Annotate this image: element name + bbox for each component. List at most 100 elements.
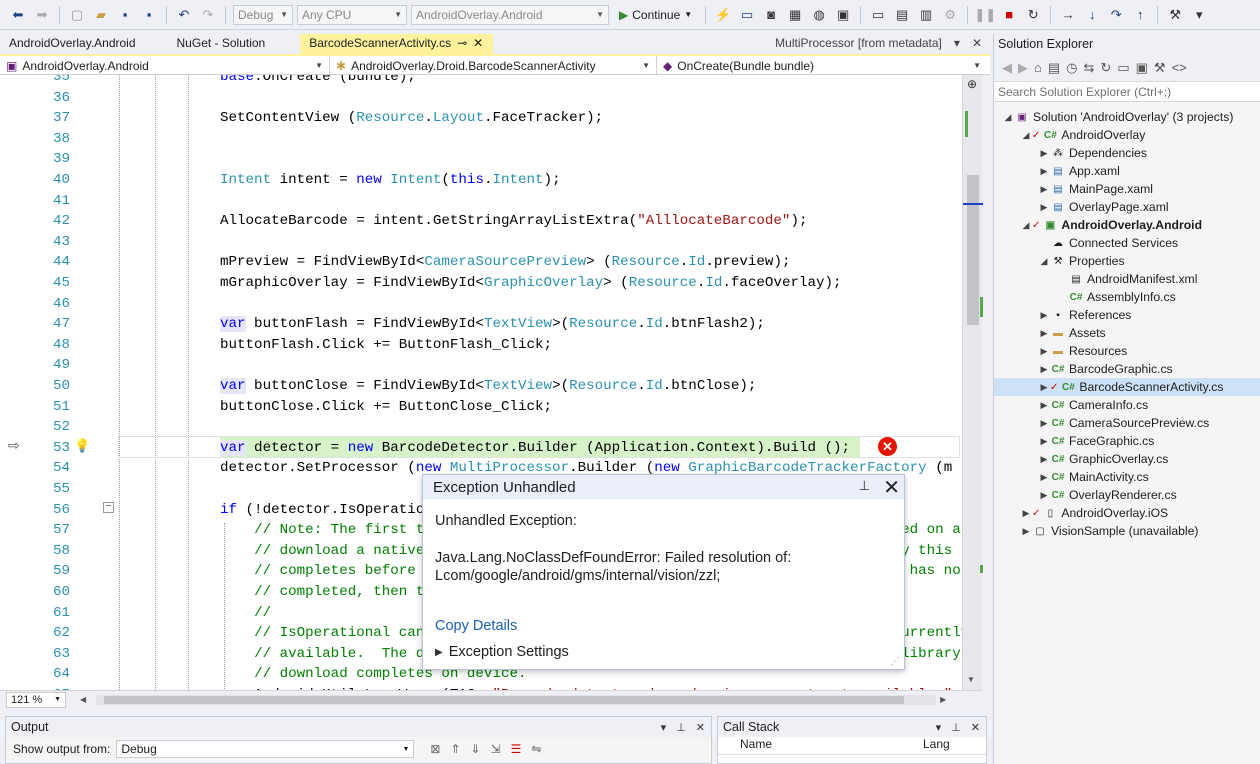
tree-node[interactable]: ▶ ▢ VisionSample (unavailable) [994, 522, 1260, 540]
code-line[interactable]: 39 [0, 149, 962, 170]
step-out-icon[interactable]: ↑ [1130, 5, 1150, 25]
save-icon[interactable]: ▪ [115, 5, 135, 25]
resize-grip-icon[interactable]: ⋰ [890, 656, 900, 667]
tree-node[interactable]: ▶ ▤ App.xaml [994, 162, 1260, 180]
project-dropdown[interactable]: ▣ AndroidOverlay.Android ▼ [0, 56, 330, 75]
grid-icon[interactable]: ▥ [916, 5, 936, 25]
expand-arrow-icon[interactable]: ▶ [1038, 166, 1050, 177]
code-line[interactable]: 44 mPreview = FindViewById<CameraSourcePr… [0, 252, 962, 273]
platform-dropdown[interactable]: Any CPU ▼ [297, 4, 407, 25]
step-into-icon[interactable]: ↓ [1082, 5, 1102, 25]
tree-node[interactable]: ◢ ⚒ Properties [994, 252, 1260, 270]
screenshot-icon[interactable]: ◙ [761, 5, 781, 25]
tab-multiprocessor[interactable]: MultiProcessor [from metadata] [775, 36, 942, 54]
live-tree-icon[interactable]: ◍ [809, 5, 829, 25]
exception-settings-toggle[interactable]: ▶ Exception Settings [435, 644, 569, 660]
tree-node[interactable]: ▶ C# BarcodeGraphic.cs [994, 360, 1260, 378]
go-to-next-icon[interactable]: ⇓ [471, 742, 481, 756]
expand-arrow-icon[interactable]: ▶ [1038, 400, 1050, 411]
code-line[interactable]: 36 [0, 88, 962, 109]
history-icon[interactable]: ◷ [1066, 60, 1077, 76]
close-icon[interactable]: ✕ [972, 36, 982, 54]
step-over-icon[interactable]: ↷ [1106, 5, 1126, 25]
tab-nuget-solution[interactable]: NuGet - Solution [168, 34, 276, 54]
tree-node[interactable]: ▶ ✓ ▯ AndroidOverlay.iOS [994, 504, 1260, 522]
clear-all-icon[interactable]: ☰ [511, 742, 522, 756]
editor-vertical-scrollbar[interactable]: ⊕ ▼ [962, 75, 983, 690]
scroll-right-icon[interactable]: ▶ [940, 695, 946, 704]
restart-icon[interactable]: ↻ [1023, 5, 1043, 25]
expand-arrow-icon[interactable]: ▶ [1038, 490, 1050, 501]
expanded-arrow-icon[interactable]: ◢ [1038, 256, 1050, 267]
scroll-left-icon[interactable]: ◀ [80, 695, 86, 704]
device-icon[interactable]: ▭ [737, 5, 757, 25]
code-line[interactable]: 40 Intent intent = new Intent(this.Intent… [0, 170, 962, 191]
layout-icon[interactable]: ▤ [892, 5, 912, 25]
hot-reload-icon[interactable]: ⚡ [713, 5, 733, 25]
tree-node[interactable]: ▶ ▬ Resources [994, 342, 1260, 360]
diagnostics-icon[interactable]: ▣ [833, 5, 853, 25]
tree-node[interactable]: ▶ ⁂ Dependencies [994, 144, 1260, 162]
tree-node[interactable]: ☁ Connected Services [994, 234, 1260, 252]
tree-node[interactable]: ▤ AndroidManifest.xml [994, 270, 1260, 288]
expand-arrow-icon[interactable]: ▶ [1038, 418, 1050, 429]
expanded-arrow-icon[interactable]: ◢ [1020, 220, 1032, 231]
scroll-down-icon[interactable]: ▼ [967, 675, 975, 684]
code-line[interactable]: 35 base.OnCreate (bundle); [0, 75, 962, 88]
code-line[interactable]: 38 [0, 129, 962, 150]
overflow-icon[interactable]: ▾ [1189, 5, 1209, 25]
stop-debugging-icon[interactable]: ■ [999, 5, 1019, 25]
show-next-statement-icon[interactable]: → [1058, 5, 1078, 25]
code-line[interactable]: 41 [0, 191, 962, 212]
expand-arrow-icon[interactable]: ▶ [1038, 472, 1050, 483]
code-line[interactable]: 52 [0, 417, 962, 438]
tree-node[interactable]: ▶ ✓ C# BarcodeScannerActivity.cs [994, 378, 1260, 396]
tree-node[interactable]: ▶ ▤ MainPage.xaml [994, 180, 1260, 198]
split-icon[interactable]: ⊕ [967, 77, 977, 91]
sync-icon[interactable]: ⇆ [1084, 60, 1095, 76]
type-dropdown[interactable]: ✱ AndroidOverlay.Droid.BarcodeScannerActi… [330, 56, 657, 75]
tree-node[interactable]: ▶ C# FaceGraphic.cs [994, 432, 1260, 450]
solution-explorer-search[interactable]: Search Solution Explorer (Ctrl+;) [994, 82, 1260, 102]
word-wrap-icon[interactable]: ⇋ [531, 742, 541, 756]
break-all-icon[interactable]: ❚❚ [974, 5, 996, 25]
scroll-thumb[interactable] [104, 695, 905, 704]
member-dropdown[interactable]: ◆ OnCreate(Bundle bundle) ▼ [657, 56, 987, 75]
code-line[interactable]: 45 mGraphicOverlay = FindViewById<Graphic… [0, 273, 962, 294]
tree-node[interactable]: ▶ C# MainActivity.cs [994, 468, 1260, 486]
code-line[interactable]: 37 SetContentView (Resource.Layout.FaceTr… [0, 108, 962, 129]
close-icon[interactable]: ✕ [473, 36, 483, 50]
scroll-thumb[interactable] [967, 175, 979, 325]
switch-views-icon[interactable]: ▤ [1048, 60, 1060, 76]
expand-arrow-icon[interactable]: ▶ [1038, 436, 1050, 447]
forward-icon[interactable]: ▶ [1018, 60, 1028, 76]
tools-icon[interactable]: ⚒ [1165, 5, 1185, 25]
tree-node[interactable]: ▶ C# OverlayRenderer.cs [994, 486, 1260, 504]
editor-horizontal-scrollbar[interactable] [96, 694, 937, 705]
close-icon[interactable]: ✕ [696, 721, 705, 734]
open-folder-icon[interactable]: ▰ [91, 5, 111, 25]
new-project-icon[interactable]: ▢ [67, 5, 87, 25]
settings-icon[interactable]: ⚙ [940, 5, 960, 25]
go-to-previous-icon[interactable]: ⇑ [450, 742, 460, 756]
tab-androidoverlay-android[interactable]: AndroidOverlay.Android [0, 34, 146, 54]
expand-arrow-icon[interactable]: ▶ [1020, 508, 1032, 519]
preview-icon[interactable]: <> [1172, 60, 1187, 75]
code-line[interactable]: 53 var detector = new BarcodeDetector.Bui… [0, 438, 962, 459]
expand-arrow-icon[interactable]: ▶ [1038, 364, 1050, 375]
code-line[interactable]: 42 AllocateBarcode = intent.GetStringArra… [0, 211, 962, 232]
undo-icon[interactable]: ↶ [174, 5, 194, 25]
pin-icon[interactable]: ⊥ [859, 478, 870, 494]
code-line[interactable]: 50 var buttonClose = FindViewById<TextVie… [0, 376, 962, 397]
code-line[interactable]: 46 [0, 294, 962, 315]
expanded-arrow-icon[interactable]: ◢ [1020, 130, 1032, 141]
dropdown-icon[interactable]: ▾ [661, 721, 667, 734]
code-line[interactable]: 48 buttonFlash.Click += ButtonFlash_Click… [0, 335, 962, 356]
startup-project-dropdown[interactable]: AndroidOverlay.Android ▼ [411, 4, 609, 25]
home-icon[interactable]: ⌂ [1034, 60, 1042, 75]
refresh-icon[interactable]: ↻ [1100, 60, 1111, 76]
tree-node[interactable]: ▶ ▪ References [994, 306, 1260, 324]
expand-arrow-icon[interactable]: ▶ [1038, 148, 1050, 159]
navigate-back-icon[interactable]: ⬅ [8, 5, 28, 25]
properties-icon[interactable]: ⚒ [1154, 60, 1166, 76]
